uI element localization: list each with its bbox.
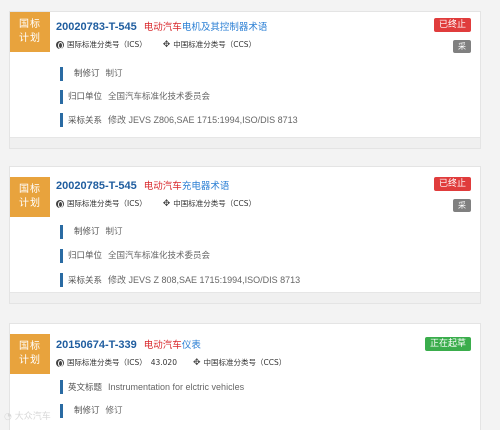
globe-icon [56,199,64,208]
plan-badge: 国标 计划 [10,334,50,374]
standard-title-link[interactable]: 20020783-T-545 电动汽车电机及其控制器术语 [56,19,267,33]
field-value: 修改 JEVS Z 808,SAE 1715:1994,ISO/DIS 8713 [108,275,301,285]
classification-line: 国际标准分类号（ICS） ✥ 中国标准分类号（CCS） [56,39,256,50]
field-label: 制修订 [74,406,100,416]
standard-card: 国标 计划 20150674-T-339 电动汽车仪表 正在起草 国际标准分类号… [9,323,481,430]
standard-title-rest[interactable]: 充电器术语 [182,181,230,192]
ccs-label: 中国标准分类号（CCS） [173,199,256,208]
plan-badge-line1: 国标 [19,341,41,352]
plan-badge: 国标 计划 [10,12,50,52]
status-badge: 已终止 [433,18,471,32]
standard-title-link[interactable]: 20150674-T-339 电动汽车仪表 [56,337,201,351]
standard-title-highlight[interactable]: 电动汽车 [144,181,182,192]
field-row: 制修订 修订 [60,404,123,418]
plan-badge: 国标 计划 [10,177,50,217]
standard-title-rest[interactable]: 电机及其控制器术语 [182,22,268,33]
field-row: 英文标题 Instrumentation for elctric vehicles [60,380,244,394]
field-value: 制订 [105,227,123,237]
field-label: 英文标题 [68,383,103,393]
move-cross-icon: ✥ [162,198,171,209]
field-label: 采标关系 [68,116,103,126]
standard-title-link[interactable]: 20020785-T-545 电动汽车充电器术语 [56,178,229,192]
field-row: 归口单位 全国汽车标准化技术委员会 [60,90,210,104]
plan-badge-line2: 计划 [19,355,41,366]
weibo-icon: ◔ [4,412,12,422]
field-label: 归口单位 [68,251,103,261]
plan-badge-line2: 计划 [19,198,41,209]
standard-number[interactable]: 20150674-T-339 [56,339,137,351]
field-value: Instrumentation for elctric vehicles [108,382,245,392]
ics-code: 43.020 [150,358,177,367]
field-value: 制订 [105,69,123,79]
adoption-badge: 采 [453,40,471,53]
field-value: 全国汽车标准化技术委员会 [108,251,211,261]
ccs-label: 中国标准分类号（CCS） [203,358,287,367]
status-badge: 已终止 [433,177,471,191]
standard-card: 国标 计划 20020785-T-545 电动汽车充电器术语 已终止 采 国际标… [9,166,481,304]
standard-card: 国标 计划 20020783-T-545 电动汽车电机及其控制器术语 已终止 采… [9,11,481,149]
field-label: 归口单位 [68,92,103,102]
field-label: 制修订 [74,69,100,79]
move-cross-icon: ✥ [162,39,171,50]
standard-title-highlight[interactable]: 电动汽车 [144,22,182,33]
watermark-text: 大众汽车 [14,412,51,422]
field-value: 修订 [105,406,123,416]
field-row: 归口单位 全国汽车标准化技术委员会 [60,249,210,263]
classification-line: 国际标准分类号（ICS） 43.020 ✥ 中国标准分类号（CCS） [56,357,286,368]
standard-number[interactable]: 20020785-T-545 [56,180,137,192]
globe-icon [56,358,64,367]
watermark: ◔ 大众汽车 [4,409,51,422]
standard-title-rest[interactable]: 仪表 [182,340,201,351]
status-badge: 正在起草 [424,337,471,351]
standard-title-highlight[interactable]: 电动汽车 [144,340,182,351]
field-value: 全国汽车标准化技术委员会 [108,92,211,102]
field-value: 修改 JEVS Z806,SAE 1715:1994,ISO/DIS 8713 [108,115,298,125]
ics-label: 国际标准分类号（ICS） [67,40,147,49]
card-footer [10,292,480,303]
ccs-label: 中国标准分类号（CCS） [173,40,256,49]
standard-number[interactable]: 20020783-T-545 [56,21,137,33]
field-label: 采标关系 [68,276,103,286]
plan-badge-line1: 国标 [19,184,41,195]
ics-label: 国际标准分类号（ICS） [67,199,147,208]
plan-badge-line2: 计划 [19,33,41,44]
card-footer [10,137,480,148]
plan-badge-line1: 国标 [19,19,41,30]
field-row: 采标关系 修改 JEVS Z 808,SAE 1715:1994,ISO/DIS … [60,273,300,287]
ics-label: 国际标准分类号（ICS） [67,358,147,367]
field-row: 制修订 制订 [60,67,123,81]
field-row: 采标关系 修改 JEVS Z806,SAE 1715:1994,ISO/DIS 8… [60,113,298,127]
globe-icon [56,40,64,49]
field-row: 制修订 制订 [60,225,123,239]
move-cross-icon: ✥ [192,357,201,368]
classification-line: 国际标准分类号（ICS） ✥ 中国标准分类号（CCS） [56,198,256,209]
field-label: 制修订 [74,227,100,237]
adoption-badge: 采 [453,199,471,212]
